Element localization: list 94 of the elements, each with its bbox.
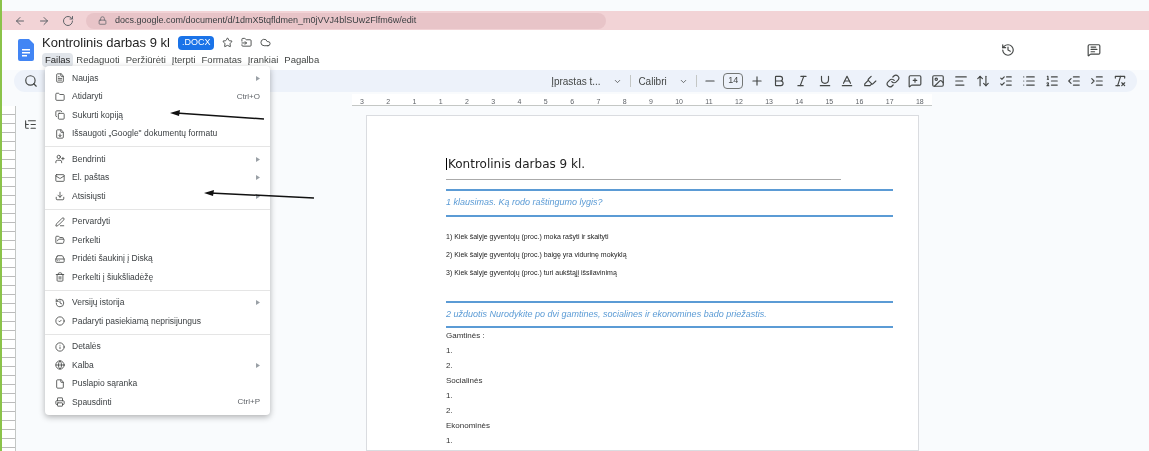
- folder-icon: [55, 91, 65, 102]
- submenu-arrow-icon: [256, 362, 260, 368]
- menu-option-label: Perkelti į šiukšliadėžę: [72, 270, 154, 284]
- menu-option-label: Kalba: [72, 358, 94, 372]
- shortcut-text: Ctrl+P: [237, 396, 260, 409]
- printer-icon: [55, 397, 65, 408]
- history-icon[interactable]: [1001, 43, 1015, 57]
- menu-option[interactable]: Išsaugoti „Google" dokumentų formatu: [45, 124, 270, 143]
- answer-line: 1.: [446, 344, 454, 357]
- docs-logo-icon: [18, 39, 34, 61]
- add-person-icon: [55, 154, 65, 165]
- menu-option[interactable]: El. paštas: [45, 168, 270, 187]
- move-folder-icon[interactable]: [241, 37, 253, 49]
- menu-option-label: Spausdinti: [72, 395, 112, 409]
- menu-item[interactable]: Formatas: [198, 52, 245, 67]
- menu-option-label: Bendrinti: [72, 152, 106, 166]
- copy-icon: [55, 110, 65, 121]
- submenu-arrow-icon: [256, 156, 260, 162]
- menu-option[interactable]: Puslapio sąranka: [45, 374, 270, 393]
- menu-item[interactable]: Peržiūrėti: [122, 52, 169, 67]
- menu-option-label: Sukurti kopiją: [72, 108, 124, 122]
- download-icon: [55, 191, 65, 202]
- menu-item[interactable]: Failas: [42, 52, 74, 67]
- menu-option[interactable]: Perkelti: [45, 231, 270, 250]
- answer-line: 1.: [446, 389, 454, 402]
- menu-item[interactable]: Įrankiai: [244, 52, 282, 67]
- answer-line: Gamtinės :: [446, 329, 486, 342]
- star-icon[interactable]: [222, 37, 234, 49]
- info-icon: [55, 341, 65, 352]
- folder-icon: [55, 235, 65, 246]
- menu-option-label: Versijų istorija: [72, 296, 125, 310]
- reload-icon[interactable]: [62, 14, 74, 27]
- menu-option[interactable]: Detalės: [45, 337, 270, 356]
- font-size-field[interactable]: 14: [723, 73, 744, 89]
- menu-option-label: Naujas: [72, 71, 99, 85]
- submenu-arrow-icon: [256, 193, 260, 199]
- page-icon: [55, 378, 65, 389]
- menu-option[interactable]: Kalba: [45, 356, 270, 375]
- document-icon: [55, 73, 65, 84]
- envelope-icon: [55, 172, 65, 183]
- answer-line: 1.: [446, 434, 454, 447]
- menu-item[interactable]: Redaguoti: [73, 52, 123, 67]
- menu-option-label: Atsisiųsti: [72, 189, 106, 203]
- menu-item[interactable]: Pagalba: [281, 52, 323, 67]
- menu-option-label: Detalės: [72, 340, 101, 354]
- question-heading: 1 klausimas. Ką rodo raštingumo lygis?: [446, 196, 604, 209]
- globe-icon: [55, 360, 65, 371]
- pen-icon: [55, 216, 65, 227]
- menu-option[interactable]: Atsisiųsti: [45, 187, 270, 206]
- comments-icon[interactable]: [1087, 43, 1101, 57]
- drive-icon: [55, 253, 65, 264]
- answer-line: 2.: [446, 359, 454, 372]
- outline-icon[interactable]: [24, 118, 37, 131]
- menu-option-label: Pervardyti: [72, 215, 111, 229]
- menu-option[interactable]: Spausdinti Ctrl+P: [45, 393, 270, 412]
- check-circle-icon: [55, 316, 65, 327]
- menu-item[interactable]: Įterpti: [168, 52, 199, 67]
- font-dropdown[interactable]: Calibri: [634, 73, 692, 89]
- lock-icon: [98, 16, 107, 25]
- address-bar[interactable]: docs.google.com/document/d/1dmX5tqfldmen_m0jVVJ4blSUw2Flfm6w/edit: [86, 12, 606, 29]
- document-title[interactable]: Kontrolinis darbas 9 kl: [42, 33, 170, 53]
- menu-option-label: Puslapio sąranka: [72, 377, 138, 391]
- menu-option-label: Perkelti: [72, 233, 101, 247]
- answer-line: Socialinės: [446, 374, 484, 387]
- menu-option-label: Atidaryti: [72, 90, 103, 104]
- menu-option-label: Pridėti šaukinį į Diską: [72, 252, 153, 266]
- menu-option[interactable]: Bendrinti: [45, 150, 270, 169]
- answer-line: 2.: [446, 404, 454, 417]
- menu-option[interactable]: Sukurti kopiją: [45, 106, 270, 125]
- menu-option-label: Padaryti pasiekiamą neprisijungus: [72, 314, 201, 328]
- file-type-badge: .DOCX: [177, 36, 215, 50]
- menu-option[interactable]: Perkelti į šiukšliadėžę: [45, 268, 270, 287]
- cloud-icon[interactable]: [260, 37, 272, 49]
- menu-option[interactable]: Pridėti šaukinį į Diską: [45, 249, 270, 268]
- menu-option[interactable]: Pervardyti: [45, 212, 270, 231]
- submenu-arrow-icon: [256, 175, 260, 181]
- answer-line: Ekonominės: [446, 419, 492, 432]
- menu-option-label: Išsaugoti „Google" dokumentų formatu: [72, 127, 218, 141]
- page-title: Kontrolinis darbas 9 kl.: [446, 158, 893, 170]
- menu-option[interactable]: Versijų istorija: [45, 293, 270, 312]
- question-heading: 2 užduotis Nurodykite po dvi gamtines, socialines ir ekonomines bado priežastis.: [446, 307, 768, 321]
- style-dropdown[interactable]: Įprastas t...: [547, 73, 626, 89]
- menu-option[interactable]: Atidaryti Ctrl+O: [45, 87, 270, 106]
- menu-option-label: El. paštas: [72, 171, 110, 185]
- url-text: docs.google.com/document/d/1dmX5tqfldmen_m0jVVJ4blSUw2Flfm6w/edit: [115, 13, 417, 27]
- trash-icon: [55, 272, 65, 283]
- history-icon: [55, 297, 65, 308]
- menu-option[interactable]: Padaryti pasiekiamą neprisijungus: [45, 312, 270, 331]
- import-icon: [55, 128, 65, 139]
- menu-option[interactable]: Naujas: [45, 69, 270, 88]
- submenu-arrow-icon: [256, 300, 260, 306]
- back-icon[interactable]: [14, 14, 26, 27]
- submenu-arrow-icon: [256, 75, 260, 81]
- shortcut-text: Ctrl+O: [236, 90, 260, 103]
